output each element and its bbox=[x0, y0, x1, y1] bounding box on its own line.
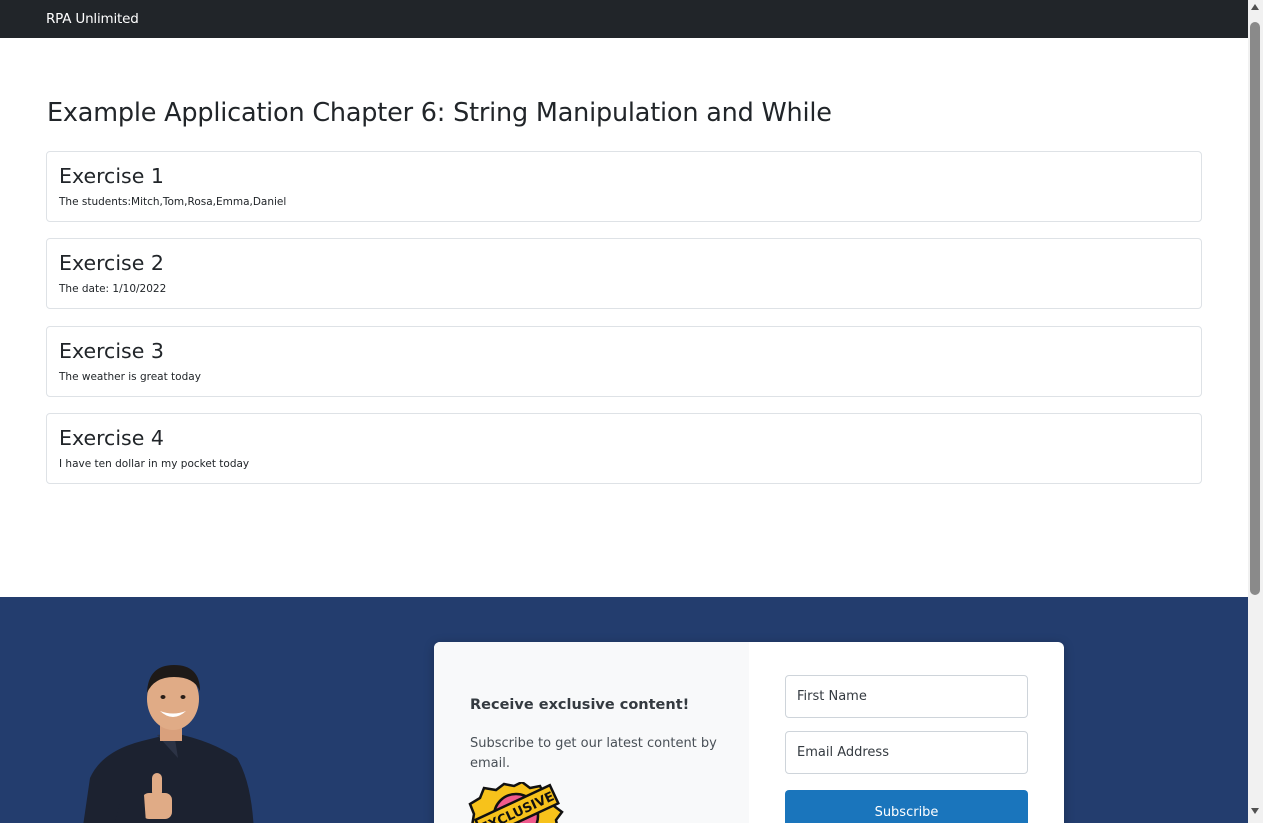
card-title: Exercise 2 bbox=[59, 251, 164, 275]
scrollbar-thumb[interactable] bbox=[1250, 22, 1260, 595]
footer-subscribe-section: Receive exclusive content! Subscribe to … bbox=[0, 597, 1248, 823]
card-title: Exercise 3 bbox=[59, 339, 164, 363]
card-text: The weather is great today bbox=[59, 371, 201, 383]
page-title: Example Application Chapter 6: String Ma… bbox=[47, 98, 832, 128]
card-title: Exercise 1 bbox=[59, 164, 164, 188]
exercise-card-2: Exercise 2 The date: 1/10/2022 bbox=[46, 238, 1202, 309]
first-name-field[interactable] bbox=[785, 675, 1028, 718]
vertical-scrollbar[interactable] bbox=[1248, 0, 1263, 823]
brand-link[interactable]: RPA Unlimited bbox=[46, 11, 139, 27]
subscribe-card: Receive exclusive content! Subscribe to … bbox=[434, 642, 1064, 823]
card-text: The date: 1/10/2022 bbox=[59, 283, 167, 295]
card-title: Exercise 4 bbox=[59, 426, 164, 450]
email-field[interactable] bbox=[785, 731, 1028, 774]
exercise-card-3: Exercise 3 The weather is great today bbox=[46, 326, 1202, 397]
subscribe-heading: Receive exclusive content! bbox=[470, 697, 690, 713]
subscribe-button[interactable]: Subscribe bbox=[785, 790, 1028, 823]
page: RPA Unlimited Example Application Chapte… bbox=[0, 0, 1248, 823]
exercise-card-4: Exercise 4 I have ten dollar in my pocke… bbox=[46, 413, 1202, 484]
navbar: RPA Unlimited bbox=[0, 0, 1248, 38]
exercise-card-1: Exercise 1 The students:Mitch,Tom,Rosa,E… bbox=[46, 151, 1202, 222]
card-text: The students:Mitch,Tom,Rosa,Emma,Daniel bbox=[59, 196, 287, 208]
subscribe-description: Subscribe to get our latest content by e… bbox=[470, 736, 717, 771]
person-photo bbox=[83, 665, 254, 823]
exclusive-badge-icon: EXCLUSIVE bbox=[468, 782, 564, 823]
subscribe-info-panel: Receive exclusive content! Subscribe to … bbox=[434, 642, 749, 823]
scroll-up-arrow-icon[interactable] bbox=[1251, 4, 1259, 10]
card-text: I have ten dollar in my pocket today bbox=[59, 458, 250, 470]
scroll-down-arrow-icon[interactable] bbox=[1251, 808, 1259, 814]
